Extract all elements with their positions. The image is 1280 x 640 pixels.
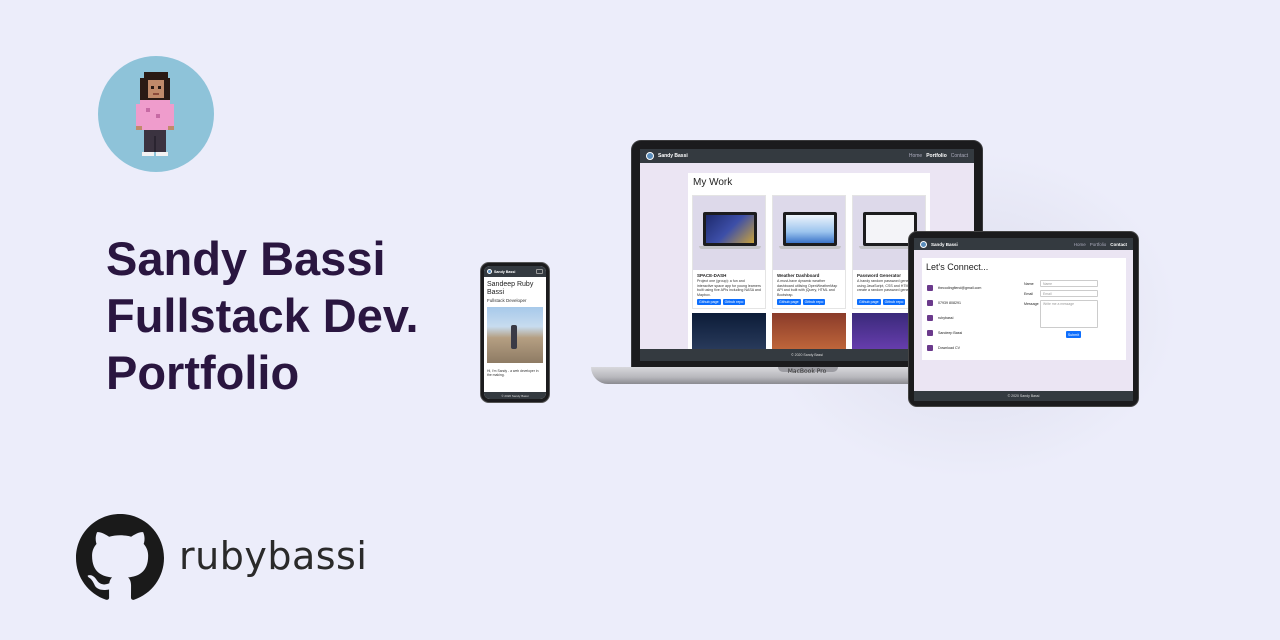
hero-title-line-1: Sandy Bassi (106, 232, 386, 285)
envelope-icon (927, 284, 933, 291)
nav-link-portfolio[interactable]: Portfolio (1090, 242, 1107, 247)
brand-logo-icon (920, 240, 927, 248)
github-icon (927, 314, 933, 321)
brand-logo-icon (646, 152, 654, 160)
hero-title-line-2: Fullstack Dev. (106, 289, 419, 342)
message-label: Message (1024, 302, 1039, 306)
github-repo-button[interactable]: Github repo (722, 299, 746, 305)
project-card: Weather Dashboard A must-have dynamic we… (772, 195, 846, 309)
submit-button[interactable]: Submit (1066, 331, 1081, 338)
project-description: A must-have dynamic weather dashboard ut… (777, 279, 838, 297)
nav-brand[interactable]: Sandy Bassi (931, 242, 1070, 247)
person-figure (511, 325, 517, 349)
device-label: MacBook Pro (787, 368, 827, 375)
tablet-screen: Sandy Bassi Home Portfolio Contact Let's… (914, 238, 1133, 401)
nav-link-home[interactable]: Home (1074, 242, 1086, 247)
contact-linkedin[interactable]: Sandeep Bassi (927, 325, 1017, 340)
nav-brand[interactable]: Sandy Bassi (658, 153, 905, 159)
profile-bio: Hi, I'm Sandy - a web developer in the m… (487, 369, 539, 378)
phone-icon (927, 299, 933, 306)
profile-role: Fullstack Developer (487, 298, 527, 303)
github-repo-button[interactable]: Github repo (802, 299, 826, 305)
file-icon (927, 344, 933, 351)
project-thumbnail (772, 313, 846, 353)
footer: © 2020 Sandy Bassi (914, 391, 1133, 401)
project-card: SPACE-DASH Project one (group): a fun an… (692, 195, 766, 309)
phone-mockup: Sandy Bassi Sandeep Ruby Bassi Fullstack… (480, 262, 550, 403)
section-title: Let's Connect... (926, 262, 989, 272)
nav-link-contact[interactable]: Contact (1110, 242, 1127, 247)
project-title: SPACE-DASH (697, 273, 727, 278)
contact-section: Let's Connect... thecodingfiend@gmail.co… (922, 258, 1126, 360)
github-repo-button[interactable]: Github repo (882, 299, 906, 305)
email-label: Email (1024, 292, 1033, 296)
name-label: Name (1024, 282, 1034, 286)
github-page-button[interactable]: Github page (857, 299, 881, 305)
project-title: Weather Dashboard (777, 273, 820, 278)
contact-info: thecodingfiend@gmail.com 07939 808291 ru… (927, 280, 1017, 355)
hamburger-menu-icon[interactable] (536, 269, 543, 274)
github-username[interactable]: rubybassi (179, 534, 367, 578)
project-thumbnail (773, 196, 845, 270)
portfolio-section: My Work SPACE-DASH Project one (group): … (688, 173, 930, 353)
contact-phone[interactable]: 07939 808291 (927, 295, 1017, 310)
footer: © 2020 Sandy Bassi (484, 392, 546, 399)
nav-link-contact[interactable]: Contact (951, 153, 968, 159)
project-description: Project one (group): a fun and interacti… (697, 279, 761, 297)
contact-email[interactable]: thecodingfiend@gmail.com (927, 280, 1017, 295)
brand-logo-icon (487, 269, 492, 274)
nav-brand[interactable]: Sandy Bassi (494, 270, 536, 274)
profile-name: Sandeep Ruby Bassi (487, 281, 534, 296)
nav-link-portfolio[interactable]: Portfolio (926, 153, 947, 159)
project-thumbnail (693, 196, 765, 270)
contact-form: Name Name Email Email Message Write me a… (1024, 280, 1122, 338)
project-thumbnail (692, 313, 766, 353)
linkedin-icon (927, 329, 933, 336)
avatar (98, 56, 214, 172)
pixel-avatar-illustration (136, 72, 174, 156)
email-input[interactable]: Email (1040, 290, 1098, 297)
section-title: My Work (693, 177, 733, 188)
tablet-navbar: Sandy Bassi Home Portfolio Contact (914, 238, 1133, 250)
laptop-navbar: Sandy Bassi Home Portfolio Contact (640, 149, 974, 163)
github-page-button[interactable]: Github page (777, 299, 801, 305)
hero-title-line-3: Portfolio (106, 346, 300, 399)
phone-screen: Sandy Bassi Sandeep Ruby Bassi Fullstack… (484, 266, 546, 399)
tablet-mockup: Sandy Bassi Home Portfolio Contact Let's… (908, 231, 1139, 407)
hero-title: Sandy Bassi Fullstack Dev. Portfolio (106, 230, 526, 401)
name-input[interactable]: Name (1040, 280, 1098, 287)
profile-photo (487, 307, 543, 363)
nav-link-home[interactable]: Home (909, 153, 922, 159)
message-textarea[interactable]: Write me a message (1040, 300, 1098, 328)
github-page-button[interactable]: Github page (697, 299, 721, 305)
contact-github[interactable]: rubybassi (927, 310, 1017, 325)
github-icon[interactable] (76, 514, 164, 602)
download-cv-link[interactable]: Download CV (927, 340, 1017, 355)
phone-navbar: Sandy Bassi (484, 266, 546, 277)
